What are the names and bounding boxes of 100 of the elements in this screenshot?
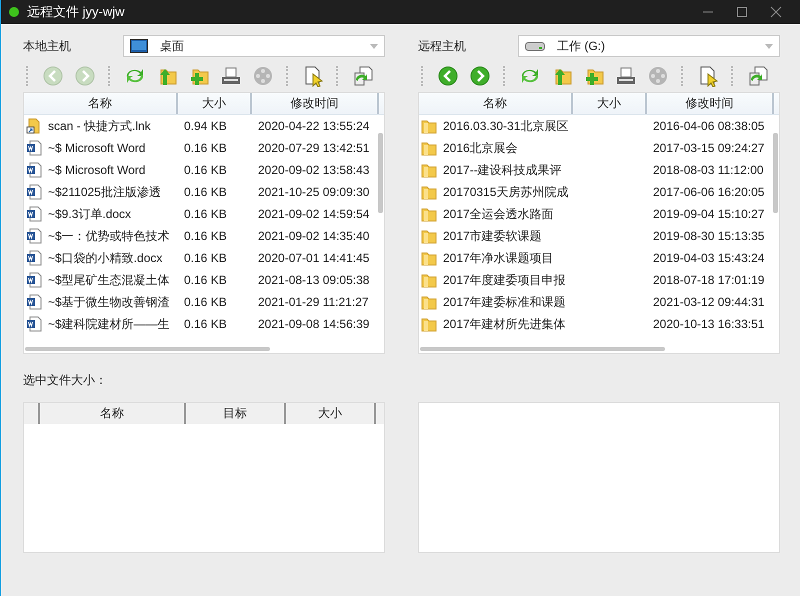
folder-icon bbox=[421, 272, 437, 288]
modified-time: 2021-03-12 09:44:31 bbox=[652, 294, 766, 310]
host-label: 远程主机 bbox=[418, 38, 467, 54]
file-name[interactable]: 20170315天房苏州院成 bbox=[443, 184, 568, 200]
dropdown-arrow-icon bbox=[765, 44, 773, 48]
word-document-icon bbox=[26, 184, 42, 200]
dropdown-arrow-icon bbox=[370, 44, 378, 48]
maximize-icon[interactable] bbox=[736, 6, 748, 18]
location-dropdown[interactable]: 桌面 bbox=[123, 35, 385, 57]
column-header[interactable]: 目标 bbox=[186, 403, 286, 424]
modified-time: 2019-08-30 15:13:35 bbox=[652, 228, 766, 244]
column-header[interactable]: 名称 bbox=[40, 403, 186, 424]
document-exchange-icon bbox=[352, 65, 374, 87]
status-dot bbox=[9, 7, 19, 17]
drive-icon bbox=[525, 40, 545, 52]
file-name[interactable]: 2017年度建委项目申报 bbox=[443, 272, 566, 288]
file-name[interactable]: 2017全运会透水路面 bbox=[443, 206, 554, 222]
modified-time: 2021-09-02 14:59:54 bbox=[257, 206, 370, 222]
folder-icon bbox=[421, 118, 437, 134]
close-icon[interactable] bbox=[770, 6, 782, 18]
back-icon bbox=[437, 65, 459, 87]
folder-icon bbox=[421, 294, 437, 310]
file-size: 0.16 KB bbox=[183, 250, 228, 266]
modified-time: 2021-09-02 14:35:40 bbox=[257, 228, 370, 244]
file-name[interactable]: ~$口袋的小精致.docx bbox=[48, 250, 162, 266]
folder-icon bbox=[421, 206, 437, 222]
file-size: 0.16 KB bbox=[183, 272, 228, 288]
file-name[interactable]: ~$211025批注版渗透 bbox=[48, 184, 161, 200]
folder-icon bbox=[421, 184, 437, 200]
modified-time: 2021-01-29 11:21:27 bbox=[257, 294, 370, 310]
column-header[interactable]: 修改时间 bbox=[252, 93, 379, 114]
modified-time: 2018-07-18 17:01:19 bbox=[652, 272, 766, 288]
modified-time: 2018-08-03 11:12:00 bbox=[652, 162, 765, 178]
word-document-icon bbox=[26, 272, 42, 288]
file-name[interactable]: ~$9.3订单.docx bbox=[48, 206, 132, 222]
horizontal-scrollbar[interactable] bbox=[25, 347, 270, 351]
file-name[interactable]: ~$一：优势或特色技术 bbox=[48, 228, 170, 244]
folder-icon bbox=[421, 140, 437, 156]
file-size: 0.16 KB bbox=[183, 184, 228, 200]
document-exchange-icon bbox=[747, 65, 769, 87]
forward-button[interactable] bbox=[468, 64, 492, 88]
modified-time: 2020-10-13 16:33:51 bbox=[652, 316, 766, 332]
host-label: 本地主机 bbox=[23, 38, 72, 54]
file-name[interactable]: 2017年净水课题项目 bbox=[443, 250, 554, 266]
file-name[interactable]: ~$ Microsoft Word bbox=[48, 140, 146, 156]
forward-icon bbox=[469, 65, 491, 87]
location-dropdown[interactable]: 工作 (G:) bbox=[518, 35, 780, 57]
file-name[interactable]: scan - 快捷方式.lnk bbox=[48, 118, 151, 134]
vertical-scrollbar[interactable] bbox=[378, 133, 383, 213]
modified-time: 2016-04-06 08:38:05 bbox=[652, 118, 766, 134]
file-name[interactable]: ~$ Microsoft Word bbox=[48, 162, 146, 178]
monitor-icon bbox=[130, 39, 148, 53]
file-size: 0.94 KB bbox=[183, 118, 228, 134]
window-title: 远程文件 jyy-wjw bbox=[27, 3, 124, 21]
modified-time: 2017-06-06 16:20:05 bbox=[652, 184, 766, 200]
modified-time: 2020-09-02 13:58:43 bbox=[257, 162, 370, 178]
file-size: 0.16 KB bbox=[183, 162, 228, 178]
word-document-icon bbox=[26, 228, 42, 244]
column-header[interactable]: 大小 bbox=[178, 93, 252, 114]
word-document-icon bbox=[26, 250, 42, 266]
file-name[interactable]: 2017--建设科技成果评 bbox=[443, 162, 562, 178]
file-name[interactable]: ~$建科院建材所——生 bbox=[48, 316, 170, 332]
modified-time: 2017-03-15 09:24:27 bbox=[652, 140, 766, 156]
vertical-scrollbar[interactable] bbox=[773, 133, 778, 213]
forward-icon bbox=[74, 65, 96, 87]
film-reel-icon bbox=[252, 65, 274, 87]
folder-icon bbox=[421, 162, 437, 178]
file-size: 0.16 KB bbox=[183, 316, 228, 332]
word-document-icon bbox=[26, 206, 42, 222]
file-name[interactable]: ~$基于微生物改善钢渣 bbox=[48, 294, 170, 310]
file-name[interactable]: 2017年建委标准和课题 bbox=[443, 294, 566, 310]
file-size: 0.16 KB bbox=[183, 140, 228, 156]
file-name[interactable]: 2017年建材所先进集体 bbox=[443, 316, 566, 332]
word-document-icon bbox=[26, 294, 42, 310]
shortcut-file-icon bbox=[26, 118, 42, 134]
column-header[interactable]: 大小 bbox=[286, 403, 376, 424]
modified-time: 2021-08-13 09:05:38 bbox=[257, 272, 370, 288]
back-icon bbox=[42, 65, 64, 87]
column-header[interactable]: 大小 bbox=[573, 93, 647, 114]
file-size: 0.16 KB bbox=[183, 206, 228, 222]
modified-time: 2020-07-29 13:42:51 bbox=[257, 140, 370, 156]
selected-size-label: 选中文件大小： bbox=[23, 372, 108, 389]
file-size: 0.16 KB bbox=[183, 228, 228, 244]
file-name[interactable]: 2016.03.30-31北京展区 bbox=[443, 118, 568, 134]
file-name[interactable]: 2017市建委软课题 bbox=[443, 228, 542, 244]
word-document-icon bbox=[26, 140, 42, 156]
modified-time: 2021-10-25 09:09:30 bbox=[257, 184, 370, 200]
modified-time: 2020-04-22 13:55:24 bbox=[257, 118, 370, 134]
folder-icon bbox=[421, 228, 437, 244]
horizontal-scrollbar[interactable] bbox=[420, 347, 665, 351]
modified-time: 2019-09-04 15:10:27 bbox=[652, 206, 766, 222]
file-name[interactable]: ~$型尾矿生态混凝土体 bbox=[48, 272, 170, 288]
column-header[interactable]: 修改时间 bbox=[647, 93, 774, 114]
file-name[interactable]: 2016北京展会 bbox=[443, 140, 518, 156]
modified-time: 2019-04-03 15:43:24 bbox=[652, 250, 766, 266]
back-button[interactable] bbox=[436, 64, 460, 88]
file-size: 0.16 KB bbox=[183, 294, 228, 310]
column-header[interactable]: 名称 bbox=[24, 93, 178, 114]
folder-icon bbox=[421, 316, 437, 332]
column-header[interactable]: 名称 bbox=[419, 93, 573, 114]
